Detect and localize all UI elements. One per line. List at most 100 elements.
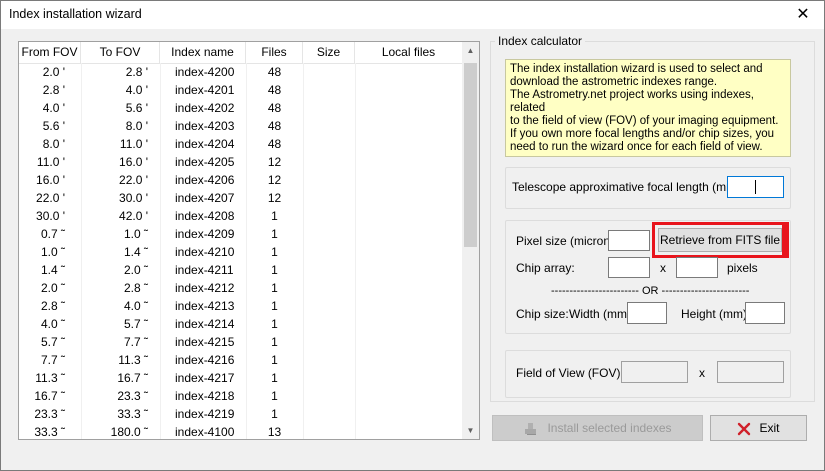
- pixel-size-label: Pixel size (micron): [516, 234, 615, 248]
- table-row[interactable]: 0.7 ˜ 1.0 ˜ index-4209 1: [19, 225, 462, 243]
- focal-length-input[interactable]: [727, 176, 784, 198]
- table-row[interactable]: 23.3 ˜ 33.3 ˜ index-4219 1: [19, 405, 462, 423]
- table-row[interactable]: 5.6 ' 8.0 ' index-4203 48: [19, 117, 462, 135]
- table-row[interactable]: 30.0 ' 42.0 ' index-4208 1: [19, 207, 462, 225]
- info-line: The Astrometry.net project works using i…: [510, 89, 754, 114]
- exit-button[interactable]: Exit: [710, 415, 807, 441]
- exit-x-icon: [738, 422, 751, 436]
- index-name-cell: index-4203: [175, 119, 235, 133]
- local-files-cell: [355, 315, 462, 333]
- table-row[interactable]: 7.7 ˜ 11.3 ˜ index-4216 1: [19, 351, 462, 369]
- from-fov-cell: 4.0 ': [42, 101, 65, 115]
- table-row[interactable]: 2.8 ˜ 4.0 ˜ index-4213 1: [19, 297, 462, 315]
- table-row[interactable]: 2.8 ' 4.0 ' index-4201 48: [19, 81, 462, 99]
- files-cell: 1: [271, 281, 278, 295]
- size-cell: [303, 369, 355, 387]
- fov-x-separator: x: [699, 366, 705, 380]
- index-name-cell: index-4214: [175, 317, 235, 331]
- table-row[interactable]: 2.0 ˜ 2.8 ˜ index-4212 1: [19, 279, 462, 297]
- size-cell: [303, 297, 355, 315]
- info-line: download the astrometric indexes range.: [510, 76, 718, 88]
- files-cell: 48: [267, 101, 282, 115]
- fov-height-output: [717, 361, 784, 383]
- index-name-cell: index-4202: [175, 101, 235, 115]
- size-cell: [303, 279, 355, 297]
- table-row[interactable]: 16.0 ' 22.0 ' index-4206 12: [19, 171, 462, 189]
- fov-width-output: [621, 361, 688, 383]
- exit-button-label: Exit: [759, 421, 780, 435]
- table-row[interactable]: 16.7 ˜ 23.3 ˜ index-4218 1: [19, 387, 462, 405]
- local-files-cell: [355, 387, 462, 405]
- chip-array-x-separator: x: [660, 261, 666, 275]
- chip-height-input[interactable]: [745, 302, 785, 324]
- to-fov-cell: 4.0 ': [125, 83, 148, 97]
- width-label: Width (mm): [569, 307, 631, 321]
- index-name-cell: index-4215: [175, 335, 235, 349]
- to-fov-cell: 4.0 ˜: [123, 299, 148, 313]
- fov-label: Field of View (FOV): [516, 366, 621, 380]
- files-cell: 1: [271, 317, 278, 331]
- table-row[interactable]: 1.0 ˜ 1.4 ˜ index-4210 1: [19, 243, 462, 261]
- table-row[interactable]: 1.4 ˜ 2.0 ˜ index-4211 1: [19, 261, 462, 279]
- column-header-size[interactable]: Size: [303, 42, 355, 63]
- scroll-up-arrow-icon[interactable]: ▲: [462, 42, 479, 59]
- to-fov-cell: 1.4 ˜: [123, 245, 148, 259]
- size-cell: [303, 333, 355, 351]
- from-fov-cell: 33.3 ˜: [34, 425, 65, 439]
- install-selected-indexes-button[interactable]: Install selected indexes: [492, 415, 703, 441]
- files-cell: 1: [271, 209, 278, 223]
- pixel-size-input[interactable]: [608, 230, 650, 251]
- to-fov-cell: 22.0 ': [119, 173, 148, 187]
- column-header-index-name[interactable]: Index name: [160, 42, 246, 63]
- column-header-files[interactable]: Files: [246, 42, 303, 63]
- table-row[interactable]: 11.0 ' 16.0 ' index-4205 12: [19, 153, 462, 171]
- from-fov-cell: 11.0 ': [36, 155, 65, 169]
- table-row[interactable]: 2.0 ' 2.8 ' index-4200 48: [19, 63, 462, 81]
- files-cell: 1: [271, 299, 278, 313]
- table-row[interactable]: 8.0 ' 11.0 ' index-4204 48: [19, 135, 462, 153]
- list-rows: 2.0 ' 2.8 ' index-4200 48 2.8 ' 4.0 ' index-42…: [19, 63, 462, 439]
- chip-array-x-input[interactable]: [608, 257, 650, 278]
- column-header-to-fov[interactable]: To FOV: [81, 42, 160, 63]
- scrollbar-thumb[interactable]: [464, 63, 477, 247]
- table-row[interactable]: 4.0 ' 5.6 ' index-4202 48: [19, 99, 462, 117]
- chip-array-y-input[interactable]: [676, 257, 718, 278]
- table-row[interactable]: 5.7 ˜ 7.7 ˜ index-4215 1: [19, 333, 462, 351]
- index-name-cell: index-4216: [175, 353, 235, 367]
- install-button-label: Install selected indexes: [547, 421, 672, 435]
- index-name-cell: index-4208: [175, 209, 235, 223]
- column-header-local-files[interactable]: Local files: [355, 42, 462, 63]
- list-scrollbar[interactable]: ▲ ▼: [462, 42, 479, 439]
- table-row[interactable]: 4.0 ˜ 5.7 ˜ index-4214 1: [19, 315, 462, 333]
- files-cell: 48: [267, 65, 282, 79]
- close-icon[interactable]: ✕: [790, 4, 816, 26]
- to-fov-cell: 11.0 ': [119, 137, 148, 151]
- column-header-from-fov[interactable]: From FOV: [19, 42, 81, 63]
- local-files-cell: [355, 63, 462, 81]
- local-files-cell: [355, 153, 462, 171]
- files-cell: 48: [267, 83, 282, 97]
- index-list[interactable]: From FOV To FOV Index name Files Size Lo…: [18, 41, 480, 440]
- local-files-cell: [355, 207, 462, 225]
- to-fov-cell: 16.0 ': [119, 155, 148, 169]
- local-files-cell: [355, 225, 462, 243]
- from-fov-cell: 16.7 ˜: [34, 389, 65, 403]
- local-files-cell: [355, 297, 462, 315]
- table-row[interactable]: 22.0 ' 30.0 ' index-4207 12: [19, 189, 462, 207]
- to-fov-cell: 16.7 ˜: [117, 371, 148, 385]
- index-name-cell: index-4212: [175, 281, 235, 295]
- size-cell: [303, 351, 355, 369]
- chip-width-input[interactable]: [627, 302, 667, 324]
- table-row[interactable]: 33.3 ˜ 180.0 ˜ index-4100 13: [19, 423, 462, 439]
- from-fov-cell: 1.0 ˜: [40, 245, 65, 259]
- scroll-down-arrow-icon[interactable]: ▼: [462, 422, 479, 439]
- table-row[interactable]: 11.3 ˜ 16.7 ˜ index-4217 1: [19, 369, 462, 387]
- index-name-cell: index-4210: [175, 245, 235, 259]
- info-box: The index installation wizard is used to…: [505, 59, 791, 157]
- local-files-cell: [355, 261, 462, 279]
- from-fov-cell: 23.3 ˜: [34, 407, 65, 421]
- index-name-cell: index-4219: [175, 407, 235, 421]
- size-cell: [303, 243, 355, 261]
- to-fov-cell: 42.0 ': [119, 209, 148, 223]
- index-calculator-label: Index calculator: [495, 34, 586, 48]
